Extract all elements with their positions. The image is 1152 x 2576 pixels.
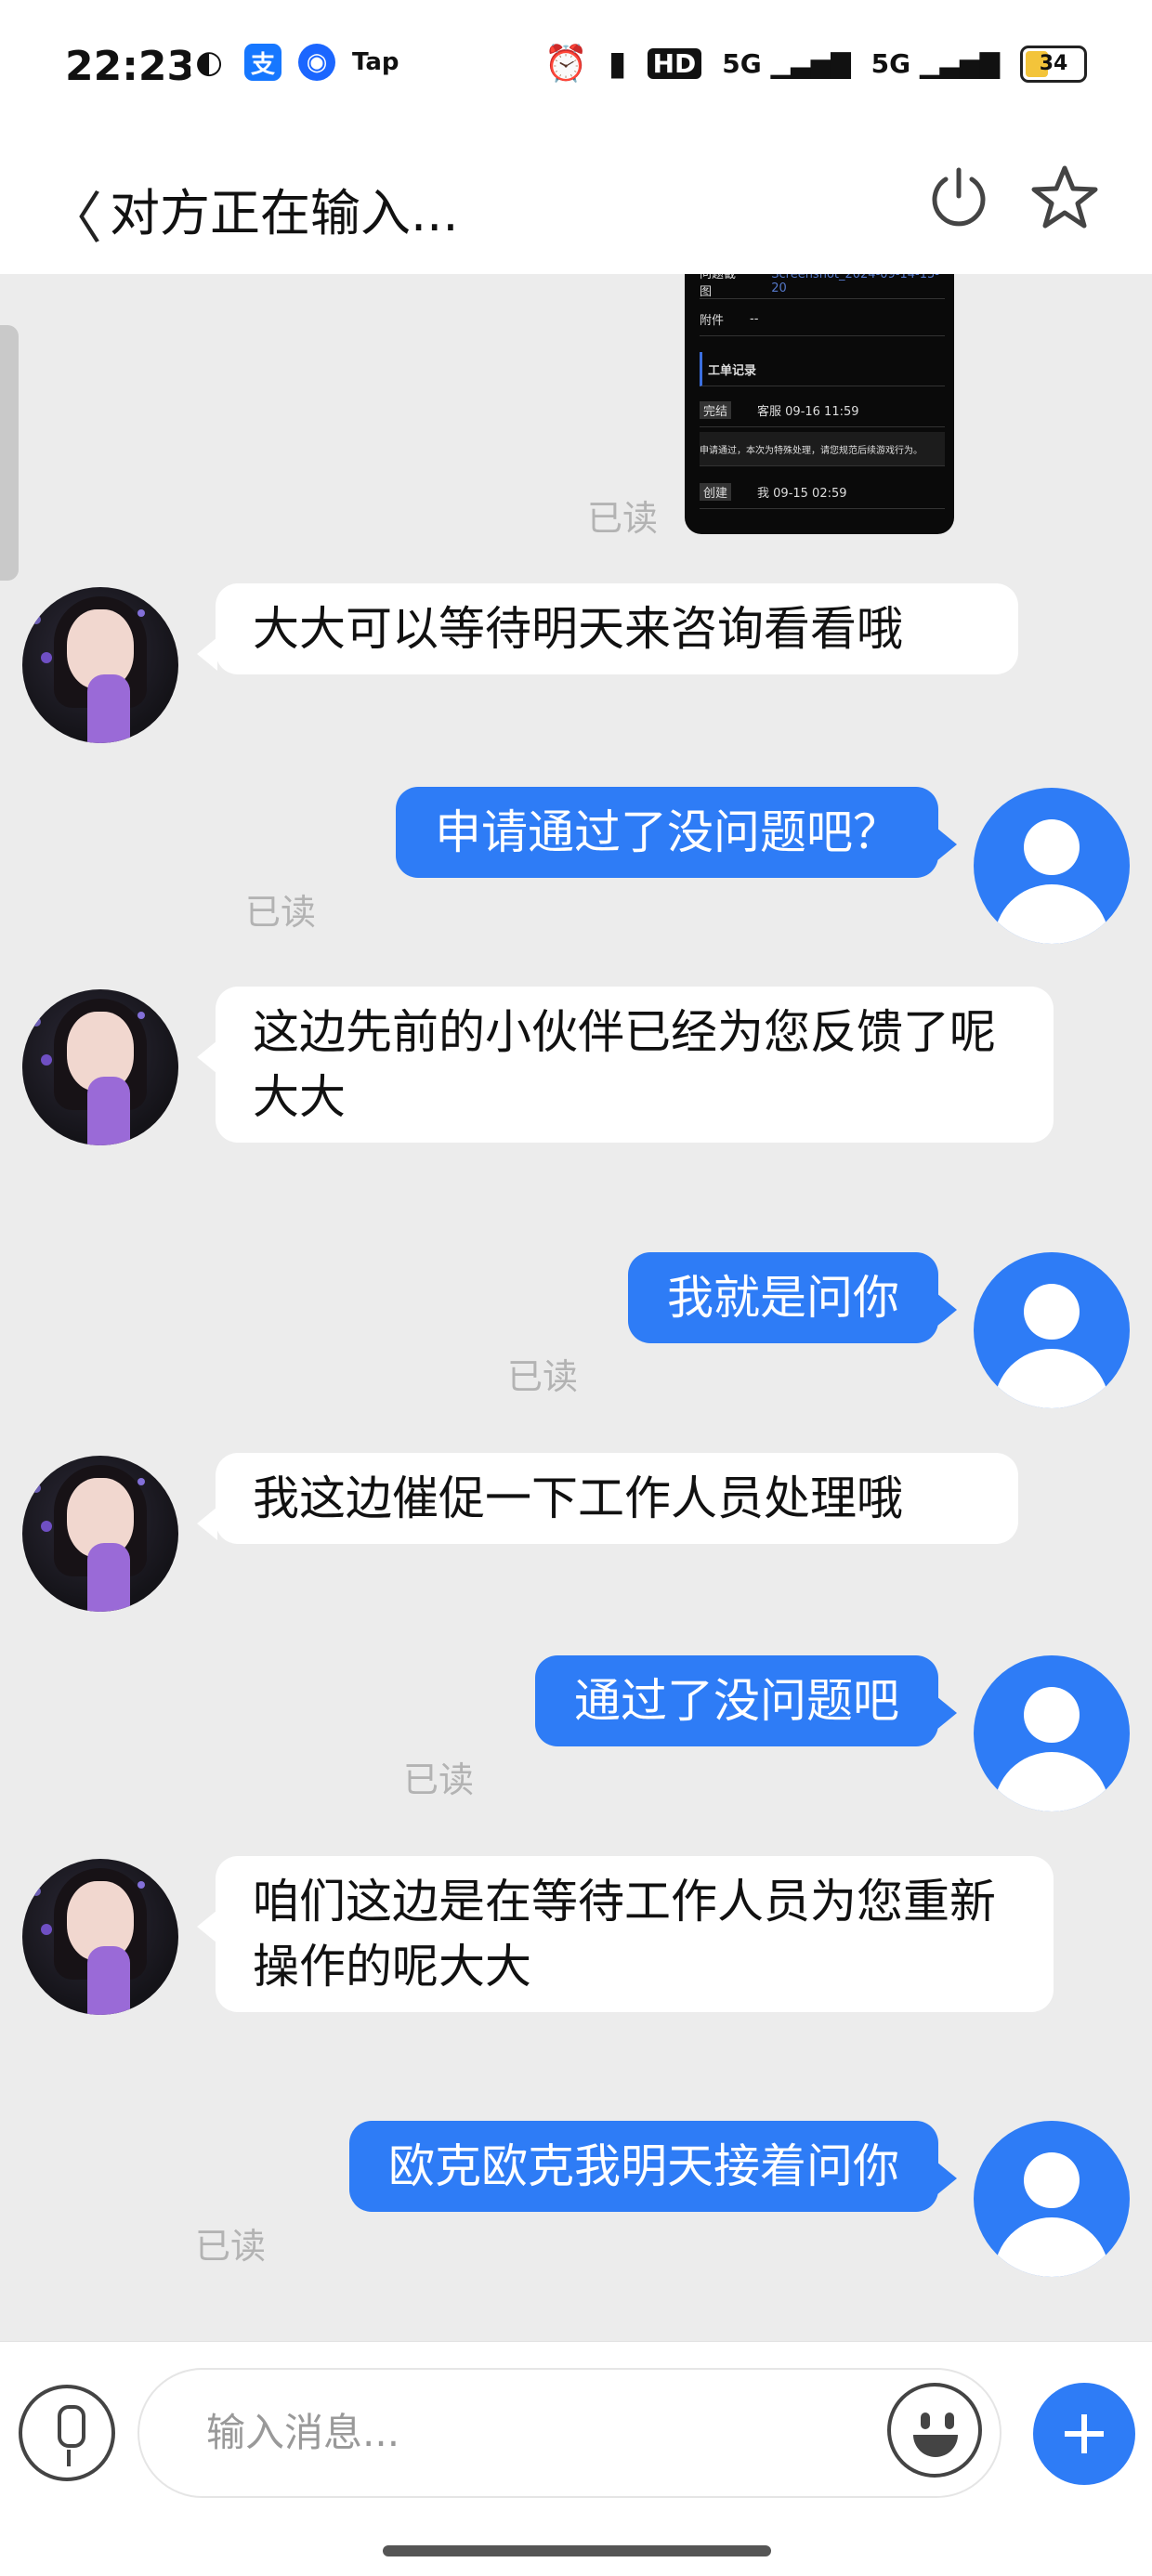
image-row-value: Screenshot_2024-09-14-15-20 <box>771 274 939 295</box>
image-row-key: 问题截图 <box>700 274 737 299</box>
image-row-value: 我 09-15 02:59 <box>757 486 847 501</box>
agent-avatar[interactable] <box>22 587 178 743</box>
agent-avatar[interactable] <box>22 989 178 1145</box>
read-receipt: 已读 <box>195 2226 267 2267</box>
read-receipt: 已读 <box>587 498 659 539</box>
message-input[interactable] <box>204 2409 886 2456</box>
vibrate-icon: ▮ <box>608 45 627 83</box>
image-row-value: -- <box>750 311 759 326</box>
image-row-key: 附件 <box>700 313 725 328</box>
hd-icon: HD <box>647 48 702 79</box>
power-icon[interactable] <box>925 163 992 229</box>
read-receipt: 已读 <box>403 1759 475 1800</box>
tap-icon: Tap <box>352 48 399 76</box>
status-bar: 22:23 ◐ 支 ◉ Tap ⏰ ▮ HD 5G ▁▃▅▇ 5G ▁▃▅▇ 3… <box>0 0 1152 135</box>
signal-sim1-icon: 5G ▁▃▅▇ <box>722 48 851 79</box>
scrollbar-handle[interactable] <box>0 325 19 581</box>
user-avatar[interactable] <box>974 1252 1130 1408</box>
battery-level: 34 <box>1039 52 1068 75</box>
battery-icon: 34 <box>1020 45 1087 83</box>
incoming-message[interactable]: 这边先前的小伙伴已经为您反馈了呢大大 <box>197 987 1054 1143</box>
outgoing-message[interactable]: 通过了没问题吧 <box>535 1655 957 1746</box>
image-row: 工单记录 <box>700 352 945 386</box>
home-indicator[interactable] <box>383 2545 771 2556</box>
emoji-button[interactable] <box>887 2383 982 2478</box>
incoming-message[interactable]: 大大可以等待明天来咨询看看哦 <box>197 583 1018 674</box>
image-row-key: 创建 <box>700 482 732 501</box>
microphone-icon <box>58 2405 85 2448</box>
read-receipt: 已读 <box>507 1356 579 1397</box>
user-avatar[interactable] <box>974 2121 1130 2277</box>
image-row: 附件 -- <box>700 302 945 336</box>
alipay-icon: 支 <box>244 44 281 81</box>
sim2-label: 5G <box>871 48 911 79</box>
message-field[interactable] <box>137 2368 1001 2498</box>
add-attachment-button[interactable] <box>1033 2383 1135 2485</box>
image-row: 完结 客服 09-16 11:59 <box>700 393 945 427</box>
outgoing-message[interactable]: 申请通过了没问题吧？ <box>396 787 957 878</box>
alarm-icon: ⏰ <box>543 43 588 84</box>
incoming-message[interactable]: 咱们这边是在等待工作人员为您重新操作的呢大大 <box>197 1856 1054 2012</box>
image-row: 申请通过，本次为特殊处理，请您规范后续游戏行为。 <box>700 432 945 466</box>
chat-messages[interactable]: 问题截图 Screenshot_2024-09-14-15-20 附件 -- 工单记… <box>0 274 1152 2341</box>
agent-avatar[interactable] <box>22 1456 178 1612</box>
image-row-key: 申请通过，本次为特殊处理，请您规范后续游戏行为。 <box>700 445 923 456</box>
page-title: 对方正在输入... <box>110 184 459 242</box>
user-avatar[interactable] <box>974 788 1130 944</box>
outgoing-message[interactable]: 欧克欧克我明天接着问你 <box>349 2121 957 2212</box>
message-input-bar <box>0 2341 1152 2576</box>
image-row: 创建 我 09-15 02:59 <box>700 475 945 509</box>
sim1-label: 5G <box>722 48 762 79</box>
star-icon[interactable] <box>1029 163 1100 233</box>
status-system-icons: ⏰ ▮ HD 5G ▁▃▅▇ 5G ▁▃▅▇ 34 <box>543 43 1087 85</box>
chat-header: 〈 对方正在输入... <box>0 135 1152 274</box>
image-row: 问题截图 Screenshot_2024-09-14-15-20 <box>700 274 945 299</box>
image-row-key: 工单记录 <box>708 363 757 378</box>
voice-button[interactable] <box>19 2385 115 2481</box>
user-avatar[interactable] <box>974 1655 1130 1811</box>
incoming-message[interactable]: 我这边催促一下工作人员处理哦 <box>197 1453 1018 1544</box>
status-notification-icons: ◐ 支 ◉ Tap <box>190 44 399 81</box>
outgoing-message[interactable]: 我就是问你 <box>628 1252 957 1343</box>
status-time: 22:23 <box>65 43 196 90</box>
agent-avatar[interactable] <box>22 1859 178 2015</box>
screenshot-image-message[interactable]: 问题截图 Screenshot_2024-09-14-15-20 附件 -- 工单记… <box>685 274 954 534</box>
image-row-key: 完结 <box>700 400 732 419</box>
map-icon: ◉ <box>298 44 335 81</box>
signal-sim2-icon: 5G ▁▃▅▇ <box>871 48 1000 79</box>
image-row-value: 客服 09-16 11:59 <box>757 404 859 419</box>
read-receipt: 已读 <box>245 892 317 933</box>
back-button[interactable]: 〈 <box>46 174 102 255</box>
wechat-icon: ◐ <box>190 44 228 81</box>
